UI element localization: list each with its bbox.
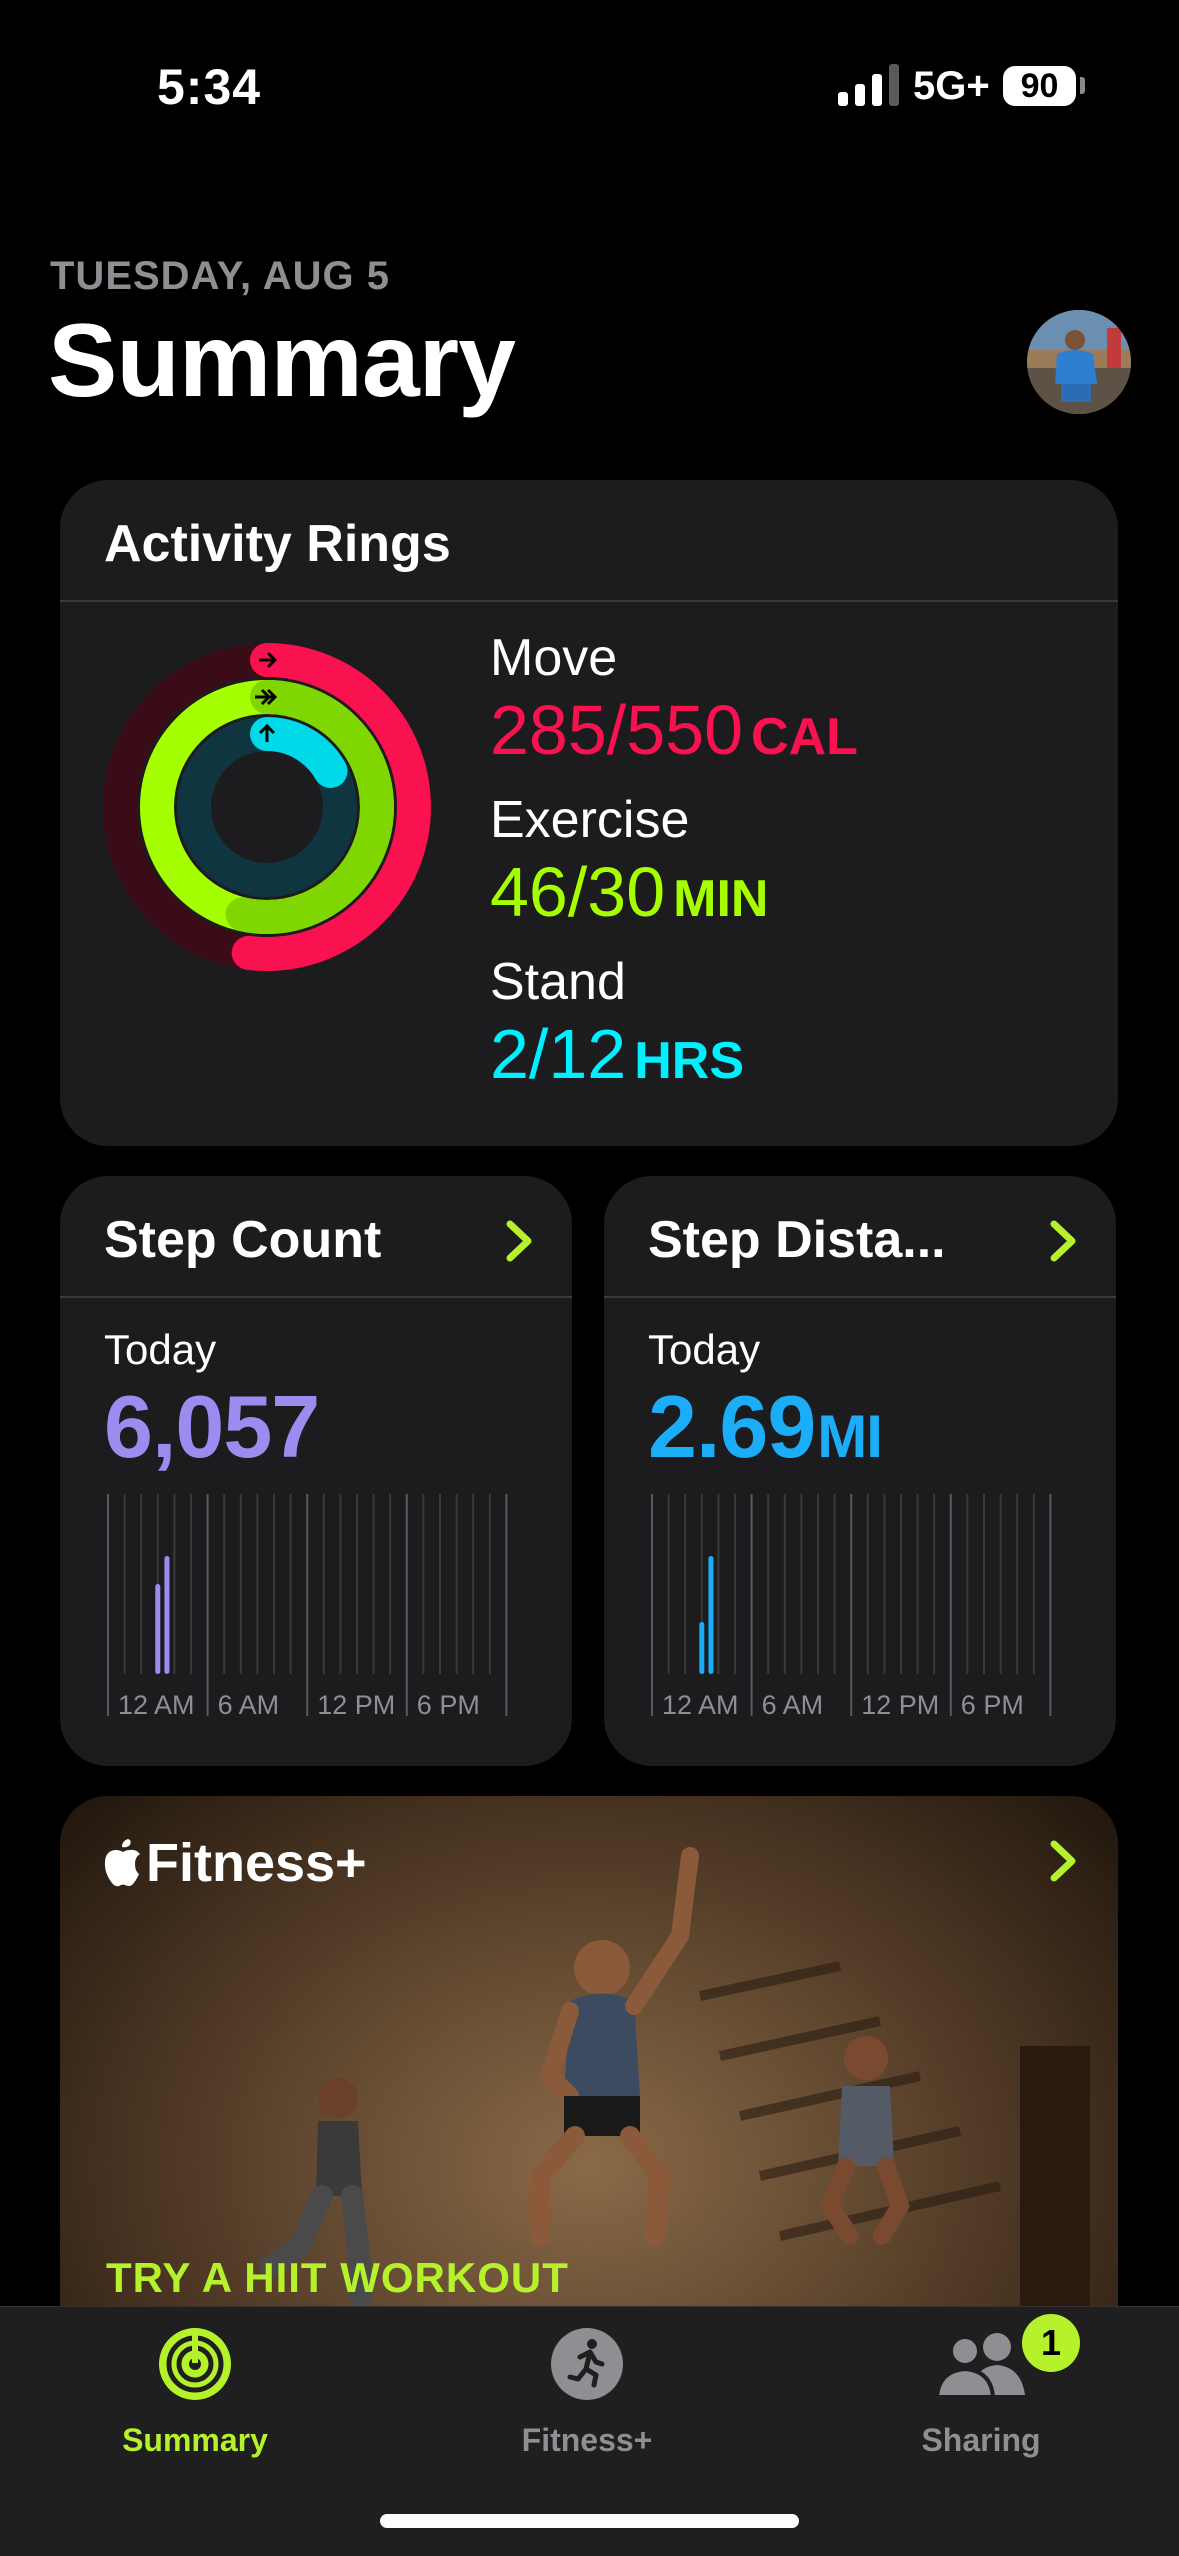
step-count-header: Step Count [60, 1176, 572, 1298]
step-count-axis-label: 6 PM [417, 1690, 480, 1716]
step-distance-activity-bar [708, 1556, 714, 1674]
apple-logo-icon [104, 1839, 140, 1887]
cellular-signal-icon [838, 64, 899, 106]
activity-rings-header: Activity Rings [60, 480, 1118, 602]
fitness-plus-title-text: Fitness+ [146, 1833, 367, 1893]
step-distance-activity-bar [699, 1622, 705, 1674]
step-count-activity-bar [164, 1556, 170, 1674]
running-figure-icon [551, 2328, 623, 2400]
step-distance-mini-chart: 12 AM 6 AM 12 PM 6 PM [651, 1494, 1052, 1716]
home-indicator[interactable] [380, 2514, 799, 2528]
step-distance-header: Step Dista... [604, 1176, 1116, 1298]
status-time: 5:34 [157, 59, 262, 115]
tab-fitness-plus-label: Fitness+ [521, 2422, 653, 2458]
tab-sharing-label: Sharing [921, 2422, 1041, 2458]
network-type: 5G+ [913, 64, 990, 108]
exercise-label: Exercise [490, 791, 690, 849]
battery-nub [1080, 77, 1085, 94]
step-count-axis-label: 12 AM [118, 1690, 195, 1716]
step-distance-title: Step Dista... [648, 1211, 946, 1269]
step-distance-value: 2.69MI [648, 1376, 883, 1478]
step-distance-axis-label: 12 PM [861, 1690, 939, 1716]
stand-value-number: 2/12 [490, 1015, 627, 1093]
activity-rings-card[interactable]: Activity Rings Move 285/550 CAL Exercise … [60, 480, 1118, 1146]
move-unit: CAL [751, 708, 858, 766]
summary-rings-icon [159, 2328, 231, 2400]
step-count-activity-bar [155, 1584, 161, 1674]
step-count-axis-label: 6 AM [218, 1690, 280, 1716]
stand-label: Stand [490, 953, 626, 1011]
step-count-title: Step Count [104, 1211, 382, 1269]
exercise-value: 46/30 MIN [490, 852, 769, 932]
profile-avatar[interactable] [1027, 310, 1131, 414]
step-count-chevron-icon [506, 1220, 532, 1262]
move-value-number: 285/550 [490, 691, 744, 769]
step-distance-axis-label: 6 PM [961, 1690, 1024, 1716]
fitness-plus-title: Fitness+ [102, 1832, 367, 1894]
exercise-value-number: 46/30 [490, 853, 666, 931]
people-icon [934, 2333, 1025, 2399]
step-distance-axis-label: 6 AM [762, 1690, 824, 1716]
battery-indicator: 90 [1003, 66, 1076, 106]
step-count-card[interactable]: Step Count Today 6,057 12 AM 6 AM 12 PM 6 P… [60, 1176, 572, 1766]
stand-value: 2/12 HRS [490, 1014, 744, 1094]
step-count-axis-label: 12 PM [317, 1690, 395, 1716]
activity-rings-title: Activity Rings [104, 515, 451, 573]
header-date: TUESDAY, AUG 5 [50, 254, 391, 298]
fitness-plus-cta[interactable]: TRY A HIIT WORKOUT [106, 2254, 569, 2302]
stand-unit: HRS [634, 1032, 745, 1090]
step-count-value: 6,057 [104, 1377, 320, 1476]
exercise-unit: MIN [673, 870, 769, 928]
step-distance-chevron-icon [1050, 1220, 1076, 1262]
status-bar: 5:34 5G+ 90 [0, 0, 1179, 150]
step-distance-value-number: 2.69 [648, 1377, 816, 1476]
tab-fitness-plus[interactable]: Fitness+ [457, 2327, 717, 2477]
page-title: Summary [48, 303, 516, 419]
step-distance-card[interactable]: Step Dista... Today 2.69MI 12 AM 6 AM 12 P… [604, 1176, 1116, 1766]
tab-summary[interactable]: Summary [65, 2327, 325, 2477]
tab-summary-label: Summary [122, 2422, 268, 2458]
step-distance-today-label: Today [648, 1326, 761, 1373]
step-distance-unit: MI [817, 1403, 883, 1470]
move-label: Move [490, 629, 618, 687]
avatar-photo [1027, 310, 1131, 414]
step-distance-axis-label: 12 AM [662, 1690, 739, 1716]
sharing-notification-badge: 1 [1022, 2314, 1080, 2372]
move-value: 285/550 CAL [490, 690, 858, 770]
fitness-plus-chevron-icon [1050, 1840, 1076, 1882]
activity-rings-graphic [103, 643, 431, 971]
step-count-mini-chart: 12 AM 6 AM 12 PM 6 PM [107, 1494, 508, 1716]
step-count-today-label: Today [104, 1326, 217, 1373]
